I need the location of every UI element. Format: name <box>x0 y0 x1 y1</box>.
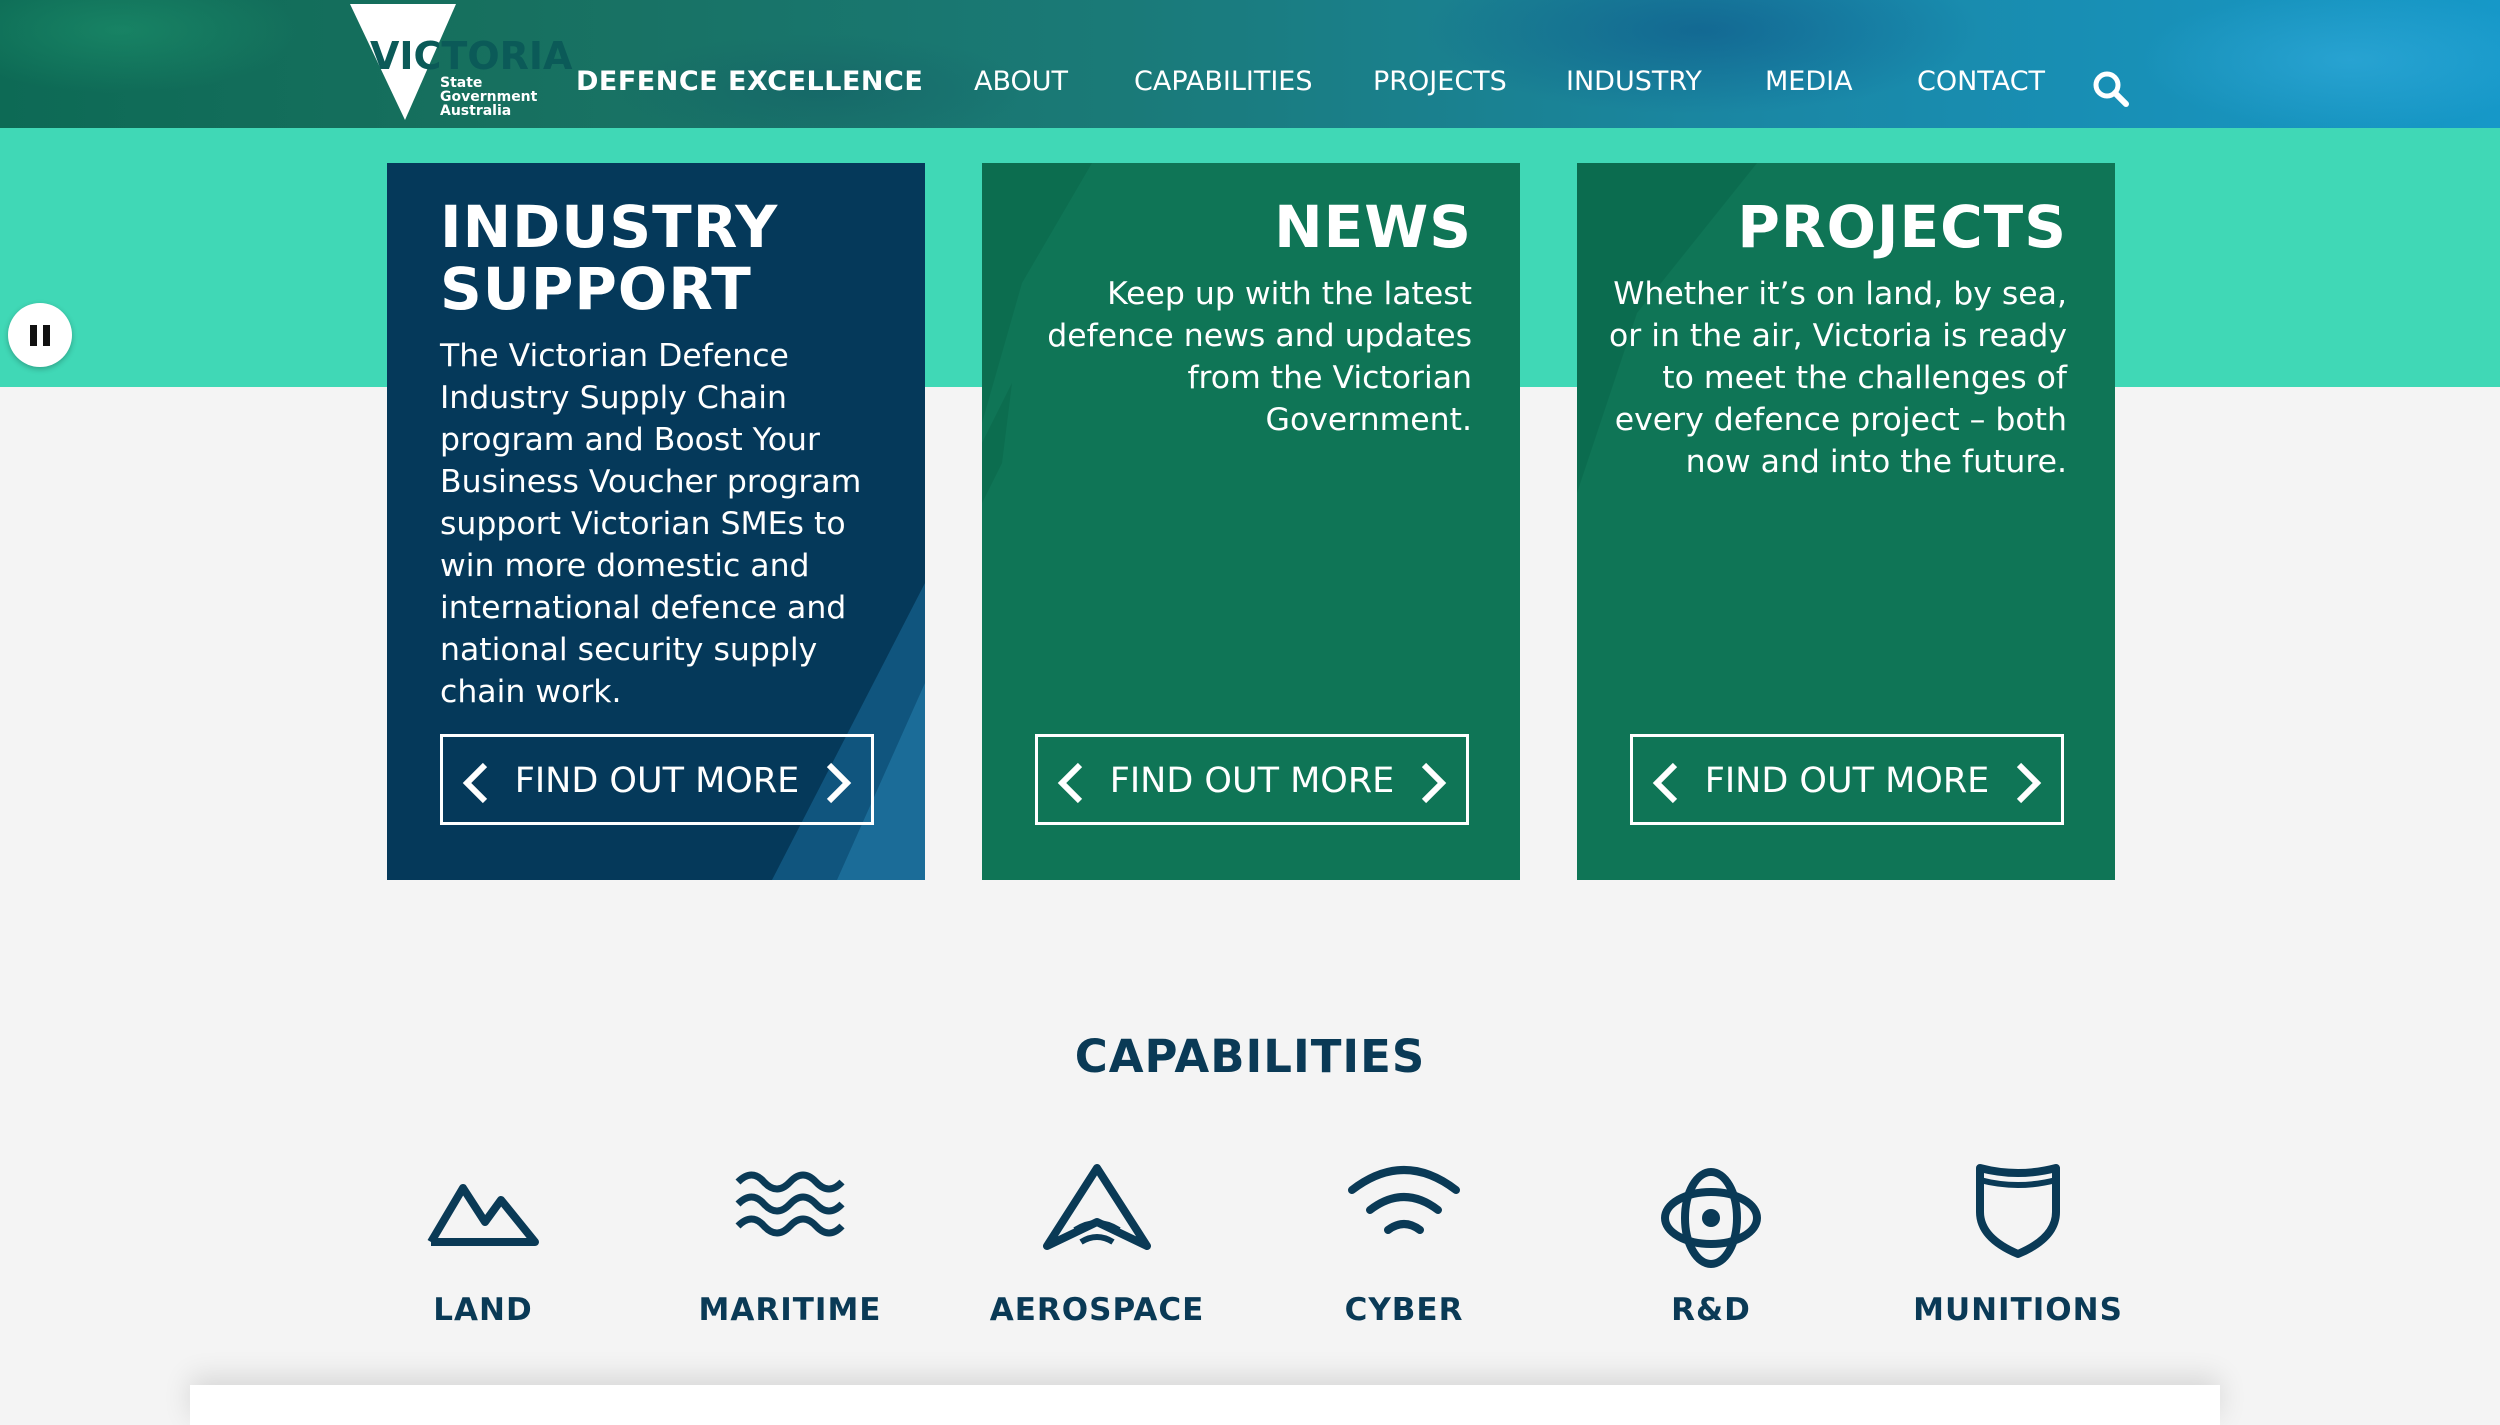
button-label: FIND OUT MORE <box>514 761 800 801</box>
chevron-right-icon <box>826 762 852 804</box>
waves-icon <box>735 1171 845 1237</box>
capability-label: AEROSPACE <box>989 1292 1205 1328</box>
capability-label: MUNITIONS <box>1913 1292 2123 1328</box>
capability-land[interactable]: LAND <box>353 1160 613 1328</box>
nav-industry[interactable]: INDUSTRY <box>1566 66 1702 97</box>
button-label: FIND OUT MORE <box>1704 761 1990 801</box>
site-header: VICTORIA State Government Australia DEFE… <box>0 0 2500 128</box>
capability-label: CYBER <box>1344 1292 1464 1328</box>
capability-label: MARITIME <box>698 1292 882 1328</box>
nav-about[interactable]: ABOUT <box>974 66 1068 97</box>
search-icon[interactable] <box>2092 70 2130 108</box>
chevron-right-icon <box>1421 762 1447 804</box>
capability-cyber[interactable]: CYBER <box>1274 1160 1534 1328</box>
site-brand[interactable]: DEFENCE EXCELLENCE <box>576 66 923 97</box>
shield-icon <box>1976 1164 2060 1258</box>
chevron-right-icon <box>2016 762 2042 804</box>
find-out-more-button[interactable]: FIND OUT MORE <box>440 734 874 825</box>
button-label: FIND OUT MORE <box>1109 761 1395 801</box>
wifi-icon <box>1348 1166 1460 1234</box>
find-out-more-button[interactable]: FIND OUT MORE <box>1035 734 1469 825</box>
logo-wordmark: VICTORIA <box>370 34 573 78</box>
card-projects: PROJECTS Whether it’s on land, by sea, o… <box>1577 163 2115 880</box>
capabilities-heading: CAPABILITIES <box>1074 1030 1426 1083</box>
card-description: Keep up with the latest defence news and… <box>1047 276 1472 438</box>
capability-label: R&D <box>1671 1292 1751 1328</box>
card-description: Whether it’s on land, by sea, or in the … <box>1608 276 2067 480</box>
next-section-edge <box>190 1385 2220 1425</box>
card-title: INDUSTRY SUPPORT <box>440 193 779 323</box>
nav-projects[interactable]: PROJECTS <box>1373 66 1507 97</box>
card-description: The Victorian Defence Industry Supply Ch… <box>440 338 862 710</box>
card-industry-support: INDUSTRY SUPPORT The Victorian Defence I… <box>387 163 925 880</box>
aircraft-icon <box>1043 1164 1151 1250</box>
capability-label: LAND <box>433 1292 533 1328</box>
find-out-more-button[interactable]: FIND OUT MORE <box>1630 734 2064 825</box>
victoria-logo[interactable]: VICTORIA State Government Australia <box>350 4 572 124</box>
capability-maritime[interactable]: MARITIME <box>660 1160 920 1328</box>
mountain-icon <box>427 1184 539 1246</box>
nav-capabilities[interactable]: CAPABILITIES <box>1134 66 1313 97</box>
card-title: PROJECTS <box>1737 193 2067 261</box>
logo-subtitle: State Government Australia <box>440 75 538 119</box>
slider-pause-button[interactable] <box>8 303 72 367</box>
nav-media[interactable]: MEDIA <box>1765 66 1853 97</box>
card-title: NEWS <box>1274 193 1472 261</box>
capability-r-and-d[interactable]: R&D <box>1581 1160 1841 1328</box>
capability-aerospace[interactable]: AEROSPACE <box>967 1160 1227 1328</box>
atom-icon <box>1661 1168 1761 1268</box>
nav-contact[interactable]: CONTACT <box>1917 66 2045 97</box>
card-news: NEWS Keep up with the latest defence new… <box>982 163 1520 880</box>
capability-munitions[interactable]: MUNITIONS <box>1888 1160 2148 1328</box>
